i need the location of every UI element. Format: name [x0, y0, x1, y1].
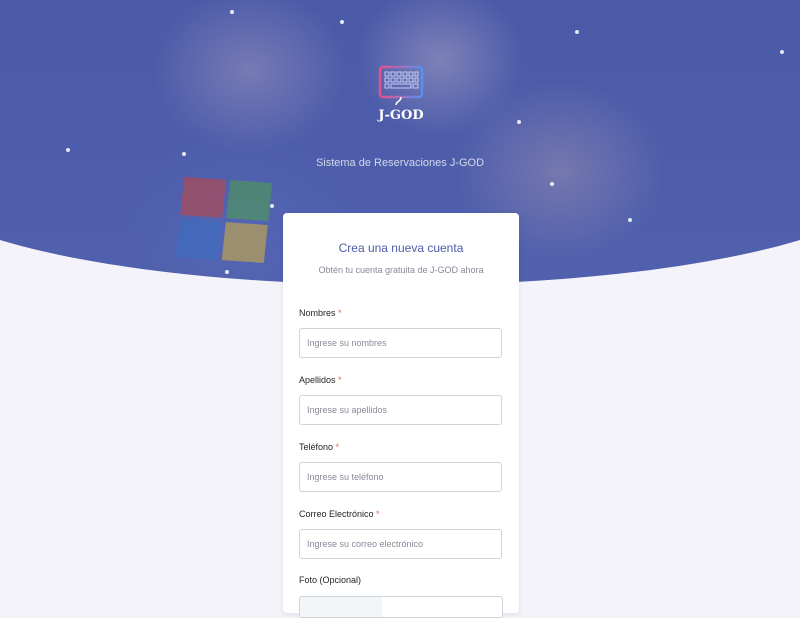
card-title: Crea una nueva cuenta	[338, 241, 464, 255]
keyboard-logo-icon	[378, 65, 424, 106]
required-mark: *	[338, 375, 342, 385]
photo-file-input[interactable]	[382, 596, 503, 618]
register-card: Crea una nueva cuenta Obtén tu cuenta gr…	[283, 213, 519, 618]
app-logo: J-GOD	[376, 64, 426, 126]
apellidos-label: Apellidos *	[299, 375, 342, 385]
correo-label-text: Correo Electrónico	[299, 509, 374, 519]
required-mark: *	[376, 509, 380, 519]
telefono-input[interactable]	[299, 462, 502, 492]
telefono-label-text: Teléfono	[299, 442, 334, 452]
foto-label: Foto (Opcional)	[299, 575, 362, 585]
correo-input[interactable]	[299, 529, 502, 559]
correo-label: Correo Electrónico *	[299, 509, 380, 519]
nombres-label-text: Nombres	[299, 308, 336, 318]
telefono-label: Teléfono *	[299, 442, 339, 452]
apellidos-input[interactable]	[299, 395, 502, 425]
required-mark: *	[338, 308, 342, 318]
system-subtitle: Sistema de Reservaciones J-GOD	[315, 157, 485, 169]
nombres-input[interactable]	[299, 328, 502, 358]
card-subtitle: Obtén tu cuenta gratuita de J-GOD ahora	[318, 265, 484, 275]
apellidos-label-text: Apellidos	[299, 375, 336, 385]
nombres-label: Nombres *	[299, 308, 342, 318]
choose-file-button[interactable]	[299, 596, 385, 618]
logo-text: J-GOD	[378, 108, 424, 123]
required-mark: *	[335, 442, 340, 452]
